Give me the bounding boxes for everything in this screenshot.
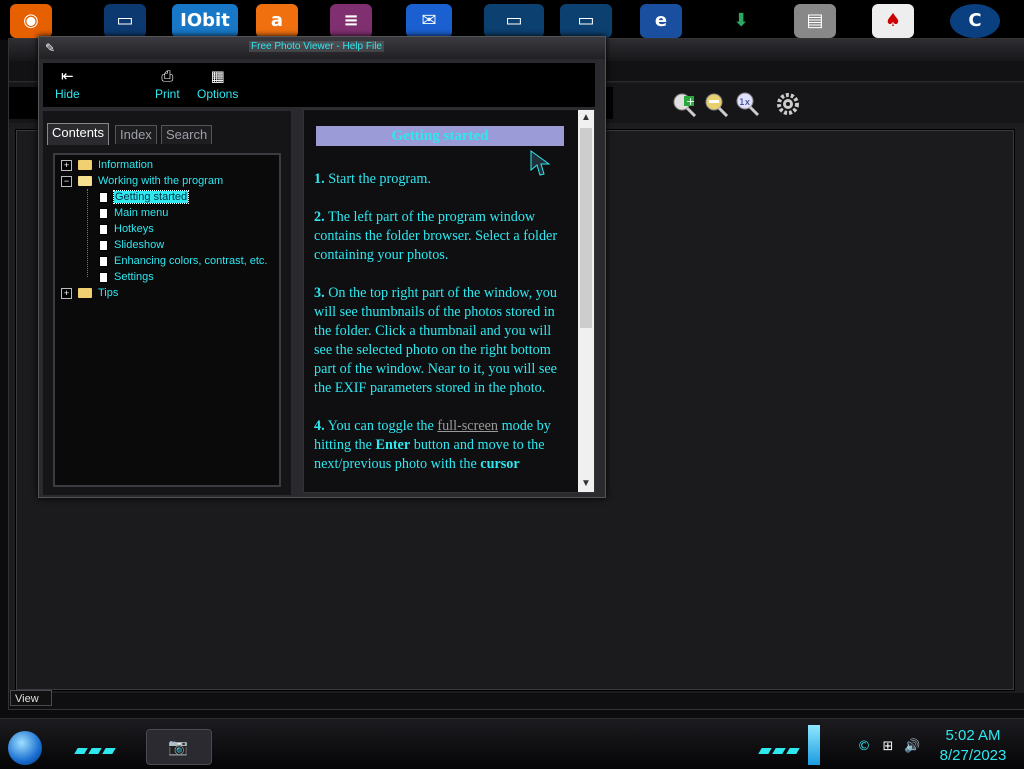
network-icon[interactable]: ⊞ [880,739,896,755]
tab-index[interactable]: Index [115,125,157,144]
svg-text:1x: 1x [739,98,751,108]
view-tab[interactable]: View [10,690,52,706]
topic-content-pane: Getting started 1. Start the program. 2.… [303,109,595,493]
contents-tree: + Information − Working with the program G… [53,153,281,487]
scroll-thumb[interactable] [580,128,592,328]
taskbar-photo-viewer-button[interactable]: 📷 [146,729,212,765]
monitor-icon[interactable]: ▭ [104,4,146,38]
topic-title: Getting started [316,126,564,146]
clock-time[interactable]: 5:02 AM [940,727,1006,744]
network-monitor-icon[interactable]: ▭ [484,4,544,38]
taskbar-decoration [74,741,118,754]
step-3: 3. On the top right part of the window, … [314,285,557,396]
download-arrow-icon[interactable]: ⬇ [720,4,762,38]
step-4: 4. You can toggle the full-screen mode b… [314,418,551,472]
print-button[interactable]: ⎙ Print [155,67,180,101]
hide-button[interactable]: ⇤ Hide [55,67,80,101]
help-file-icon: ✎ [45,41,56,55]
zoom-in-icon[interactable]: + [671,91,697,118]
help-window: ✎ Free Photo Viewer - Help File ⇤ Hide ⎙… [38,36,606,498]
tab-contents[interactable]: Contents [47,123,110,145]
scroll-down-icon[interactable]: ▼ [578,476,594,492]
desktop-icon-strip: ◉ ▭ IObit a ≡ ✉ ▭ ▭ e ⬇ ▤ ♠ C [0,0,1024,40]
tree-item-information[interactable]: + Information [61,157,153,173]
hide-icon: ⇤ [61,67,74,85]
page-icon [99,207,108,219]
topic-body: 1. Start the program. 2. The left part o… [314,170,568,492]
zoom-1x-icon[interactable]: 1x [735,91,761,117]
settings-gear-icon[interactable] [775,91,801,117]
tree-item-working-with-the-program[interactable]: − Working with the program [61,173,223,189]
tree-item-tips[interactable]: + Tips [61,285,118,301]
print-label: Print [155,87,180,101]
firefox-icon[interactable]: ◉ [10,4,52,38]
svg-text:+: + [686,95,695,108]
tree-item-hotkeys[interactable]: Hotkeys [99,221,154,237]
ccleaner-icon[interactable]: C [950,4,1000,38]
edge-icon[interactable]: e [640,4,682,38]
help-titlebar[interactable]: ✎ Free Photo Viewer - Help File [39,37,605,59]
options-icon: ▦ [210,67,225,85]
ccleaner-tray-icon[interactable]: © [856,739,872,755]
volume-icon[interactable]: 🔊 [904,739,920,755]
start-button[interactable] [8,731,42,765]
folder-open-icon [78,176,92,187]
options-button[interactable]: ▦ Options [197,67,238,101]
step-2: 2. The left part of the program window c… [314,209,558,263]
mouse-cursor-icon [530,150,550,176]
navigation-pane: Contents Index Search + Information − Work… [43,111,291,495]
disk-cleaner-icon[interactable]: ▤ [794,4,836,38]
tab-search[interactable]: Search [161,125,213,144]
tree-item-main-menu[interactable]: Main menu [99,205,168,221]
winrar-icon[interactable]: ≡ [330,4,372,38]
page-icon [99,255,108,267]
zoom-out-icon[interactable] [703,91,729,118]
taskbar-decoration-right [758,741,802,754]
taskbar: 📷 © ⊞ 🔊 5:02 AM 8/27/2023 [0,718,1024,769]
printer-icon: ⎙ [161,67,174,85]
expand-icon[interactable]: + [61,159,72,171]
page-icon [99,191,108,203]
options-label: Options [197,87,239,101]
clock-date[interactable]: 8/27/2023 [934,747,1012,764]
full-screen-link[interactable]: full-screen [437,418,498,434]
folder-icon [78,288,92,299]
page-icon [99,239,108,251]
expand-icon[interactable]: + [61,287,72,299]
solitaire-icon[interactable]: ♠ [872,4,914,38]
mail-icon[interactable]: ✉ [406,4,452,38]
camera-icon: 📷 [168,737,188,756]
network-monitor-icon-2[interactable]: ▭ [560,4,612,38]
hide-label: Hide [55,87,80,101]
help-window-title: Free Photo Viewer - Help File [249,41,384,52]
iobit-icon[interactable]: IObit [172,4,238,38]
tree-item-slideshow[interactable]: Slideshow [99,237,164,253]
folder-icon [78,160,92,171]
page-icon [99,223,108,235]
tree-guide-line [87,189,88,277]
avast-icon[interactable]: a [256,4,298,38]
tree-item-enhancing-colors[interactable]: Enhancing colors, contrast, etc. [99,253,267,269]
show-desktop-button[interactable] [808,725,820,765]
main-statusbar [9,693,1024,709]
help-toolbar: ⇤ Hide ⎙ Print ▦ Options [43,63,595,107]
page-icon [99,271,108,283]
tree-item-getting-started[interactable]: Getting started [99,189,190,205]
scroll-up-icon[interactable]: ▲ [578,110,594,126]
collapse-icon[interactable]: − [61,175,72,187]
content-scrollbar[interactable]: ▲ ▼ [578,110,594,492]
tree-item-settings[interactable]: Settings [99,269,154,285]
